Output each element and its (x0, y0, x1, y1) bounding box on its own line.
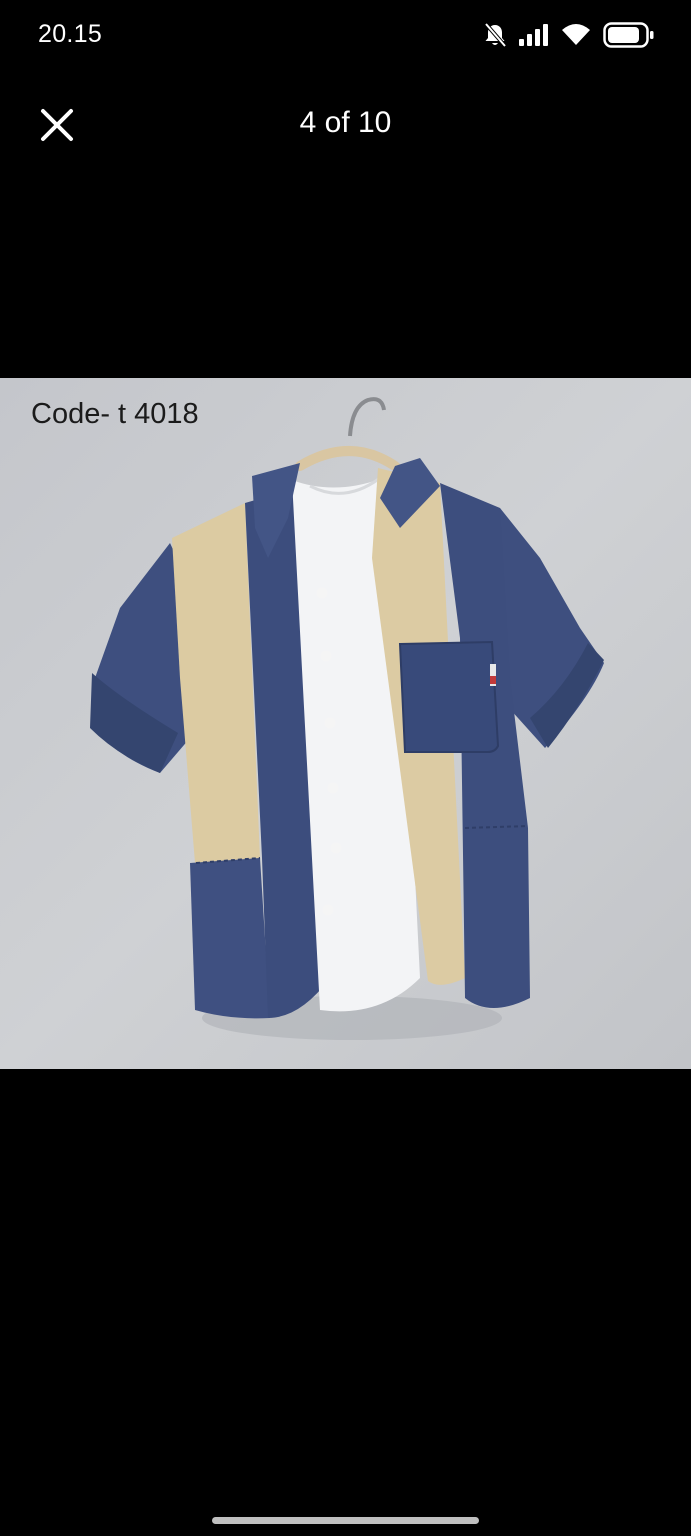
viewer-header: 4 of 10 (0, 88, 691, 160)
product-image[interactable]: Code- t 4018 (0, 378, 691, 1069)
battery-icon (603, 22, 655, 48)
image-counter: 4 of 10 (299, 106, 392, 139)
wifi-icon (561, 23, 591, 47)
status-bar: 20.15 (0, 0, 691, 70)
home-indicator[interactable] (212, 1517, 479, 1524)
product-code-label: Code- t 4018 (31, 398, 199, 430)
signal-icon (519, 24, 549, 46)
status-icons (483, 20, 655, 50)
shirt-illustration (0, 378, 691, 1069)
status-time: 20.15 (38, 20, 103, 48)
bell-muted-icon (483, 22, 507, 48)
